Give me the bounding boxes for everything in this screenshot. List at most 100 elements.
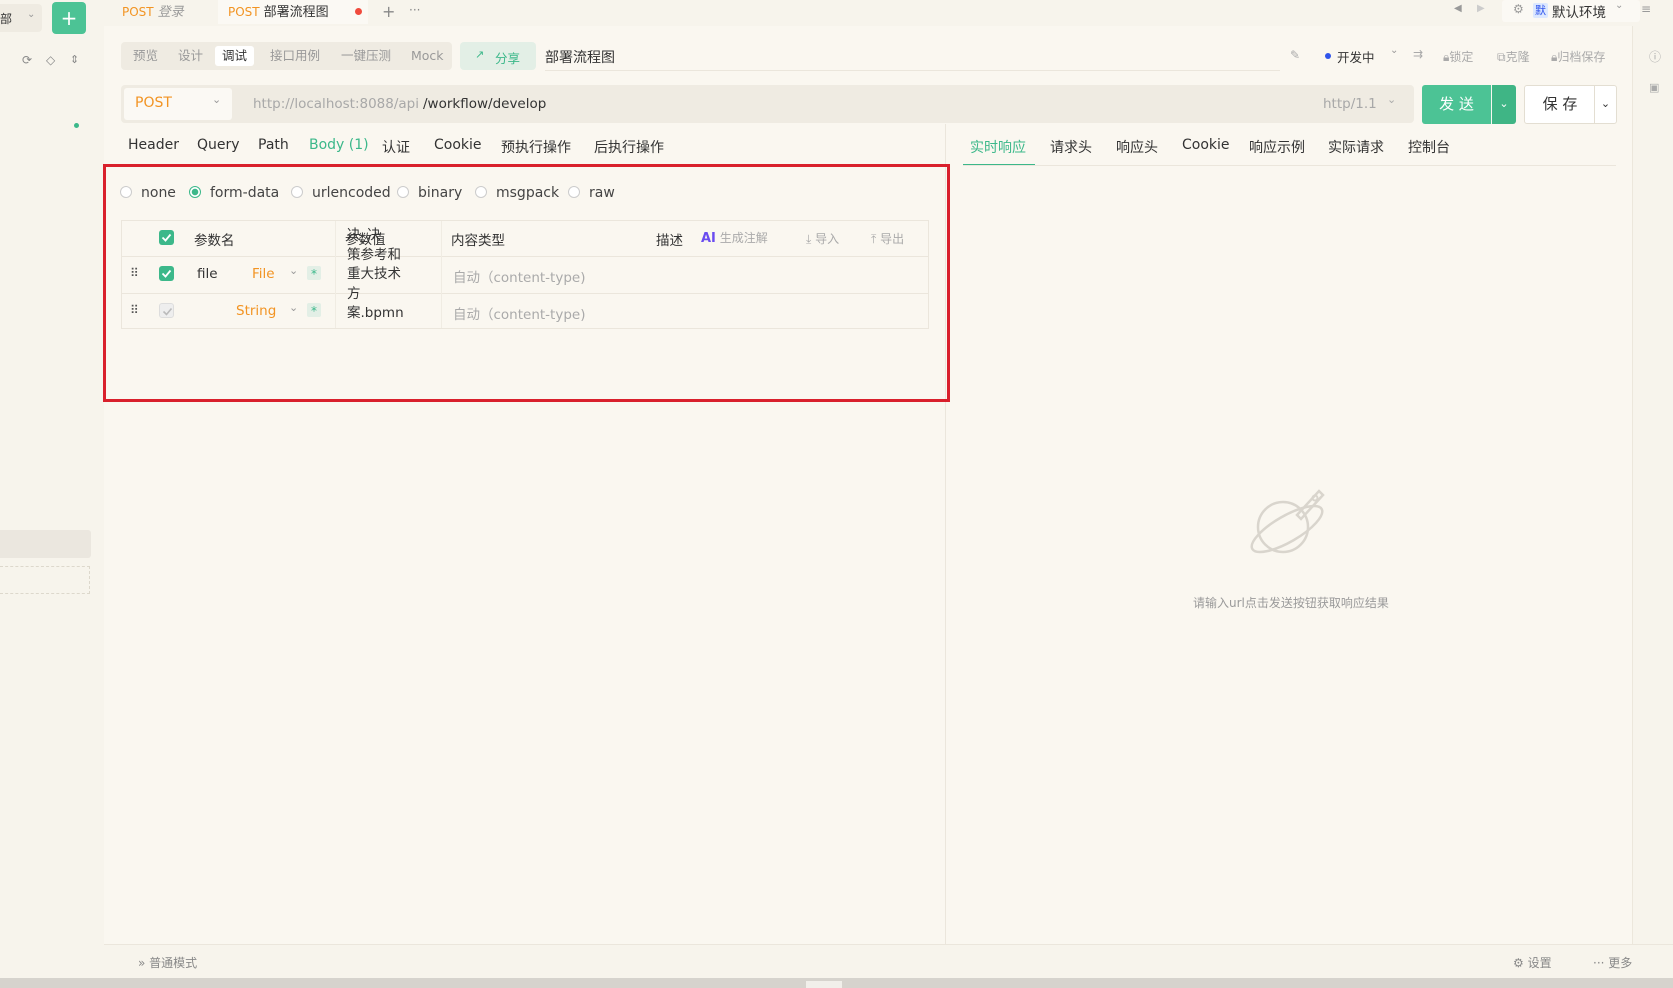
mode-test-case[interactable]: 接口用例: [263, 46, 327, 66]
scrollbar-thumb[interactable]: [806, 981, 842, 988]
settings-button[interactable]: ⚙ 设置: [1513, 954, 1552, 971]
archive-button[interactable]: 🔒︎归档保存: [1551, 48, 1605, 65]
tab-response-cookie[interactable]: Cookie: [1182, 137, 1230, 153]
export-button[interactable]: ⤒ 导出: [871, 230, 904, 247]
share-icon: ↗: [475, 48, 485, 61]
param-value-text[interactable]: 决_决 策参考和 重大技术 方 案.bpmn: [347, 226, 419, 324]
method-select[interactable]: POST ⌄: [124, 88, 232, 120]
add-button[interactable]: +: [52, 2, 86, 34]
share-button[interactable]: ↗ 分享: [460, 42, 536, 70]
radio-circle: [568, 186, 580, 198]
sort-icon[interactable]: ⇕: [70, 53, 79, 66]
tab-actual-request[interactable]: 实际请求: [1328, 137, 1384, 157]
tab-auth[interactable]: 认证: [382, 137, 410, 157]
send-button[interactable]: 发 送: [1422, 85, 1491, 124]
chevron-down-icon: ⌄: [289, 264, 299, 277]
mode-stress-test[interactable]: 一键压测: [334, 46, 398, 66]
archive-label: 归档保存: [1557, 50, 1606, 64]
mode-switch-button[interactable]: » 普通模式: [138, 954, 197, 971]
tab-query[interactable]: Query: [197, 137, 240, 153]
locate-icon[interactable]: ◇: [46, 53, 55, 67]
tab-cookie[interactable]: Cookie: [434, 137, 482, 153]
header-content-type: 内容类型: [451, 233, 505, 249]
add-icon: +: [60, 6, 78, 30]
tab-body[interactable]: Body (1): [309, 137, 369, 153]
mode-mock[interactable]: Mock: [404, 46, 451, 66]
bottom-scrollbar[interactable]: [0, 978, 1673, 988]
drag-handle-icon[interactable]: ⠿: [130, 303, 139, 317]
tab-deploy-flowchart[interactable]: POST 部署流程图: [218, 0, 368, 24]
clone-button[interactable]: ⧉克隆: [1497, 48, 1530, 65]
radio-urlencoded[interactable]: urlencoded: [291, 185, 391, 201]
chevron-down-icon: ⌄: [1615, 0, 1624, 11]
param-type-select[interactable]: String: [236, 303, 276, 319]
panel-divider[interactable]: [945, 124, 946, 944]
param-type-select[interactable]: File: [252, 266, 275, 282]
content-type-input[interactable]: 自动（content-type): [453, 266, 585, 286]
ai-generate-button[interactable]: AI 生成注解: [701, 229, 768, 246]
tab-method: POST: [228, 5, 260, 19]
info-icon[interactable]: ⓘ: [1649, 48, 1661, 65]
tab-path[interactable]: Path: [258, 137, 289, 153]
tab-login[interactable]: POST 登录: [112, 0, 222, 24]
value-line: 重大技术: [347, 266, 401, 282]
radio-none[interactable]: none: [120, 185, 176, 201]
row-checkbox[interactable]: [159, 303, 174, 318]
send-options-button[interactable]: ⌄: [1492, 85, 1516, 124]
chevron-down-icon: ⌄: [1387, 93, 1397, 106]
tab-request-headers[interactable]: 请求头: [1050, 137, 1092, 157]
save-options-button[interactable]: ⌄: [1594, 85, 1617, 124]
mode-debug[interactable]: 调试: [215, 46, 255, 66]
layout-icon[interactable]: ⇉: [1413, 47, 1423, 61]
refresh-icon[interactable]: ⟳: [22, 53, 32, 67]
required-toggle[interactable]: *: [307, 266, 321, 281]
tab-response-example[interactable]: 响应示例: [1249, 137, 1305, 157]
content-type-input[interactable]: 自动（content-type): [453, 303, 585, 323]
menu-icon[interactable]: ≡: [1641, 2, 1651, 16]
method-label: POST: [135, 95, 172, 111]
folder-select[interactable]: 部 ⌄: [0, 4, 42, 32]
ai-generate-label: 生成注解: [719, 231, 768, 245]
more-tabs-button[interactable]: ···: [409, 3, 420, 17]
mode-design[interactable]: 设计: [171, 46, 210, 66]
save-button[interactable]: 保 存: [1524, 85, 1596, 124]
format-icon[interactable]: ✎: [1290, 48, 1300, 62]
radio-msgpack[interactable]: msgpack: [475, 185, 559, 201]
tab-header[interactable]: Header: [128, 137, 179, 153]
row-checkbox[interactable]: [159, 266, 174, 281]
tab-live-response[interactable]: 实时响应: [970, 137, 1026, 157]
select-all-checkbox[interactable]: [159, 230, 174, 245]
tab-scroll-right-icon[interactable]: ▶: [1477, 3, 1485, 14]
drag-handle-icon[interactable]: ⠿: [130, 266, 139, 280]
mode-preview[interactable]: 预览: [126, 46, 165, 66]
radio-form-data[interactable]: form-data: [189, 185, 279, 201]
status-select[interactable]: 开发中 ⌄: [1318, 45, 1398, 66]
chevron-down-icon: ⌄: [289, 301, 299, 314]
import-button[interactable]: ⤓ 导入: [806, 230, 839, 247]
tab-title: 登录: [157, 5, 184, 20]
lock-button[interactable]: 🔒︎锁定: [1443, 48, 1473, 65]
value-line: 策参考和: [347, 246, 401, 263]
environment-select[interactable]: ⚙ 默 默认环境 ⌄: [1502, 0, 1640, 22]
api-name-input[interactable]: 部署流程图: [545, 47, 615, 67]
tab-response-headers[interactable]: 响应头: [1116, 137, 1158, 157]
environment-settings-icon[interactable]: ⚙: [1513, 2, 1524, 16]
required-toggle[interactable]: *: [307, 303, 321, 318]
http-version-select[interactable]: http/1.1: [1323, 96, 1377, 112]
tab-pre-script[interactable]: 预执行操作: [501, 137, 571, 157]
more-button[interactable]: ··· 更多: [1593, 954, 1632, 971]
add-tab-button[interactable]: +: [382, 2, 395, 21]
sidebar-selected-item[interactable]: [0, 530, 91, 558]
param-name-input[interactable]: file: [197, 266, 218, 282]
environment-name: 默认环境: [1552, 5, 1606, 21]
radio-binary[interactable]: binary: [397, 185, 462, 201]
radio-circle: [397, 186, 409, 198]
radio-raw[interactable]: raw: [568, 185, 615, 201]
export-icon: ⤒: [871, 232, 881, 246]
tab-scroll-left-icon[interactable]: ◀: [1454, 3, 1462, 14]
tab-post-script[interactable]: 后执行操作: [594, 137, 664, 157]
right-side-rail: ⓘ ▣: [1632, 26, 1673, 944]
tab-console[interactable]: 控制台: [1408, 137, 1450, 157]
code-icon[interactable]: ▣: [1649, 81, 1659, 94]
url-path-input[interactable]: /workflow/develop: [423, 96, 546, 112]
